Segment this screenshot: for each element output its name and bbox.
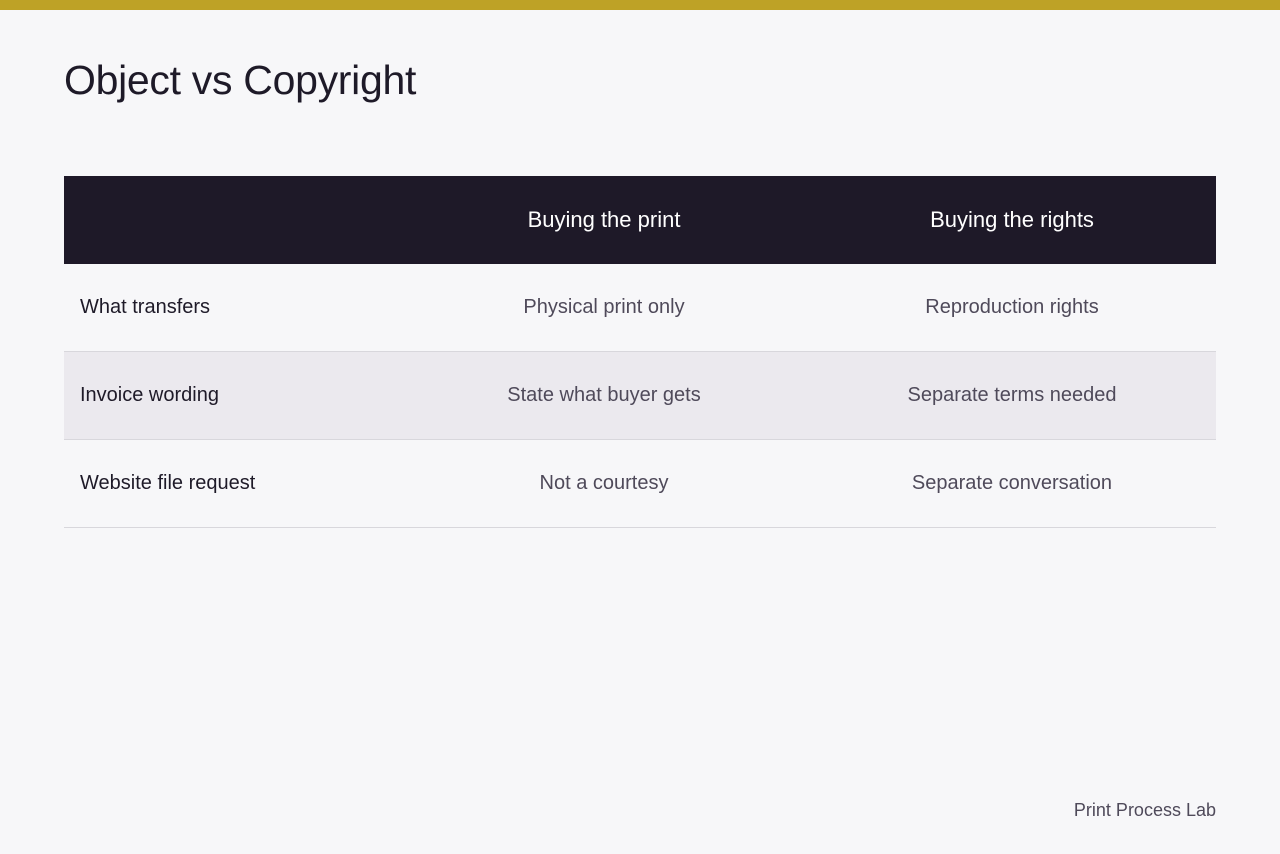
page-title: Object vs Copyright [64, 57, 417, 103]
table-row: Website file request Not a courtesy Sepa… [64, 439, 1216, 528]
comparison-table: Buying the print Buying the rights What … [64, 176, 1216, 528]
row-label: What transfers [64, 264, 400, 352]
rights-cell: Separate conversation [808, 439, 1216, 528]
table-header-row: Buying the print Buying the rights [64, 176, 1216, 264]
print-cell: State what buyer gets [400, 351, 808, 440]
print-cell: Physical print only [400, 264, 808, 352]
header-buying-print: Buying the print [400, 176, 808, 264]
print-cell: Not a courtesy [400, 439, 808, 528]
accent-bar [0, 0, 1280, 10]
table-row: What transfers Physical print only Repro… [64, 264, 1216, 352]
header-buying-rights: Buying the rights [808, 176, 1216, 264]
rights-cell: Reproduction rights [808, 264, 1216, 352]
footer-brand: Print Process Lab [1073, 800, 1216, 820]
row-label: Invoice wording [64, 351, 400, 440]
row-label: Website file request [64, 439, 400, 528]
header-cell-empty [64, 176, 400, 264]
rights-cell: Separate terms needed [808, 351, 1216, 440]
table-row: Invoice wording State what buyer gets Se… [64, 351, 1216, 440]
